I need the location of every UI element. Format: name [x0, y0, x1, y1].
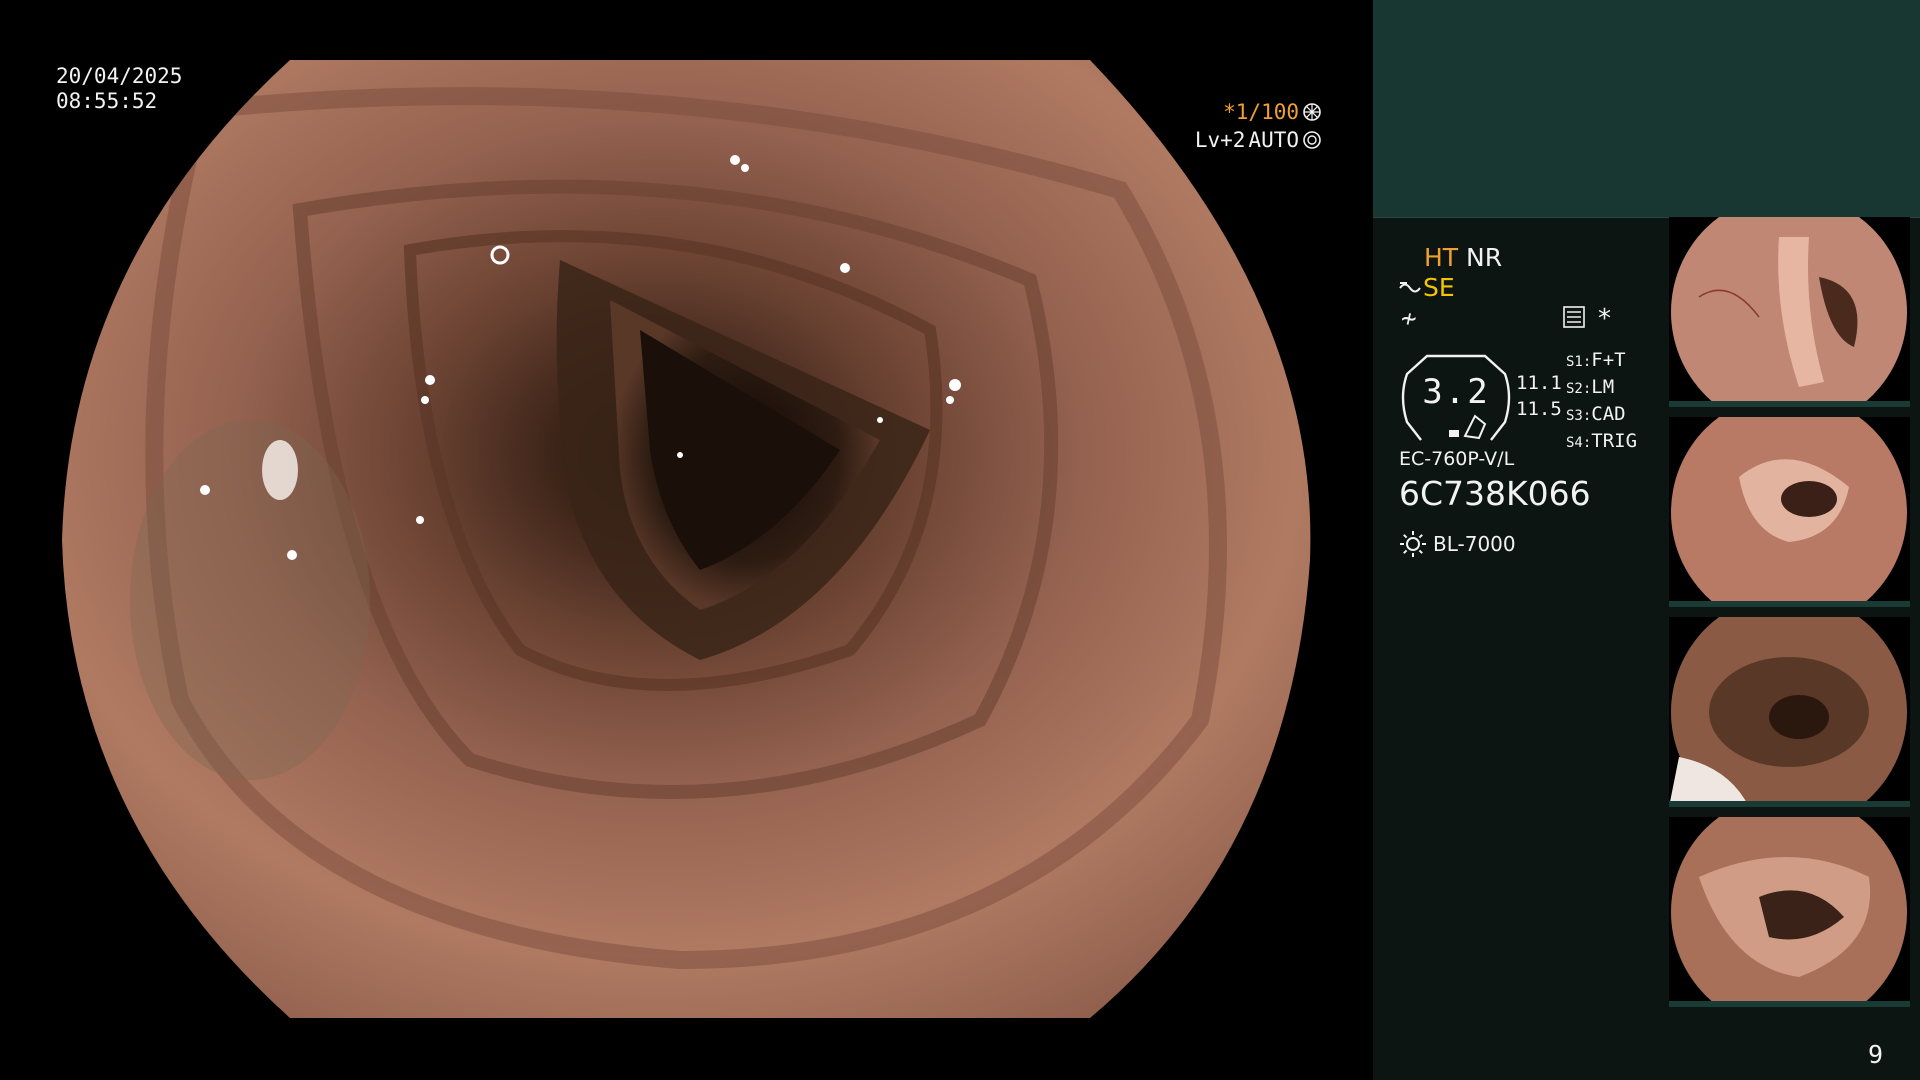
brightness-level: Lv+2: [1194, 128, 1246, 152]
datetime-readout: 20/04/2025 08:55:52: [56, 64, 182, 114]
menu-list-icon: [1563, 306, 1585, 328]
info-side-panel: HT NR SE ≁ * 3.2 11.1 11.5 S1:F+T S2:LM …: [1373, 0, 1920, 1080]
exposure-settings: *1/100 Lv+2 AUTO: [1195, 98, 1322, 154]
f-symbol: ≁: [1401, 304, 1417, 334]
nr-indicator: NR: [1466, 243, 1503, 272]
structure-enhancement-row: SE: [1399, 273, 1455, 302]
panel-header-area: [1373, 0, 1920, 218]
image-mode-row: HT NR: [1424, 243, 1502, 272]
light-source-icon: [1400, 531, 1426, 557]
switch-item: S2:LM: [1566, 376, 1615, 398]
time-text: 08:55:52: [56, 89, 158, 113]
thumbnail-4[interactable]: [1669, 817, 1910, 1007]
scope-model: EC-760P-V/L: [1399, 448, 1515, 470]
ht-indicator: HT: [1424, 243, 1459, 272]
shutter-speed: *1/100: [1223, 100, 1299, 124]
aperture-icon: [1303, 103, 1321, 121]
star-marker: *: [1598, 304, 1611, 334]
reading-top: 11.1: [1516, 372, 1562, 394]
switch-item: S4:TRIG: [1566, 430, 1638, 452]
switch-item: S3:CAD: [1566, 403, 1626, 425]
reading-bottom: 11.5: [1516, 398, 1562, 420]
thumbnail-2[interactable]: [1669, 417, 1910, 607]
page-number: 9: [1868, 1040, 1884, 1069]
endoscope-main-view: 20/04/2025 08:55:52 *1/100 Lv+2 AUTO: [0, 0, 1373, 1080]
se-indicator: SE: [1423, 273, 1455, 302]
scope-readings: 11.1 11.5: [1516, 370, 1562, 422]
date-text: 20/04/2025: [56, 64, 183, 88]
iris-mode: AUTO: [1248, 128, 1299, 152]
light-source-name: BL-7000: [1433, 532, 1516, 556]
endoscopic-image: [62, 60, 1311, 1018]
structure-enhancement-icon: [1399, 281, 1421, 292]
scope-serial: 6C738K066: [1399, 474, 1591, 513]
light-source-row: BL-7000: [1399, 530, 1516, 558]
gauge-value: 3.2: [1422, 372, 1490, 412]
switch-item: S1:F+T: [1566, 349, 1626, 371]
switch-assignments: S1:F+T S2:LM S3:CAD S4:TRIG: [1566, 348, 1637, 456]
auto-iris-icon: [1303, 131, 1321, 149]
thumbnail-3[interactable]: [1669, 617, 1910, 807]
thumbnail-1[interactable]: [1669, 217, 1910, 407]
